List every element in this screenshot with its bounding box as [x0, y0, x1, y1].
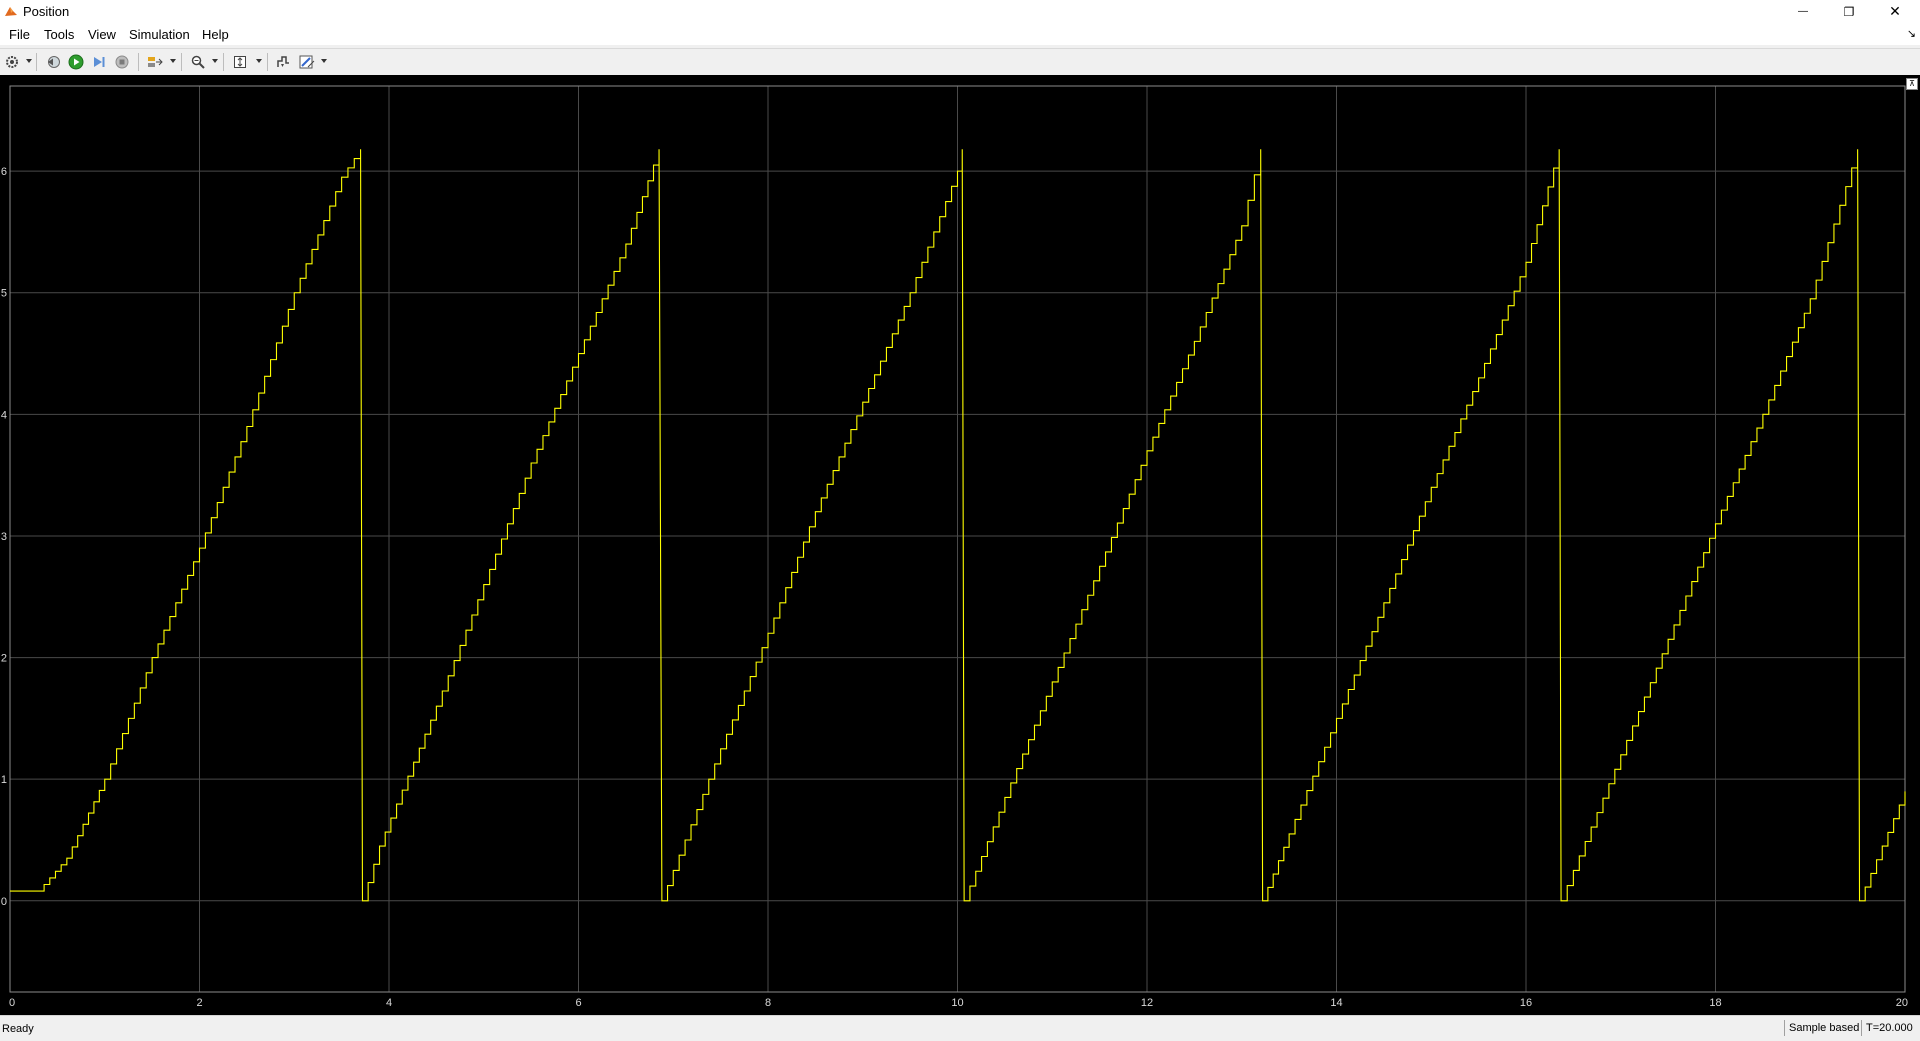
minimize-icon: —	[1798, 6, 1808, 17]
position-plot[interactable]: 0123456 0 2 4 6 8 10 12 14 16 18 20	[0, 75, 1920, 1015]
x-tick-label: 10	[951, 997, 963, 1009]
step-forward-icon[interactable]	[90, 53, 108, 71]
menu-help[interactable]: Help	[200, 27, 231, 42]
y-tick-label: 0	[1, 896, 7, 908]
window-title: Position	[23, 4, 70, 19]
close-button[interactable]: ✕	[1872, 0, 1918, 23]
toolbar-separator	[181, 53, 182, 71]
x-tick-label: 18	[1709, 997, 1721, 1009]
restore-button[interactable]: ❐	[1826, 0, 1872, 23]
status-ready: Ready	[2, 1023, 34, 1035]
x-tick-label: 20	[1896, 997, 1908, 1009]
triggers-icon[interactable]	[274, 53, 292, 71]
toolbar-separator	[267, 53, 268, 71]
matlab-app-icon	[5, 7, 17, 16]
run-icon[interactable]	[67, 53, 85, 71]
x-tick-label: 6	[575, 997, 581, 1009]
scale-axes-dropdown-icon[interactable]	[256, 59, 262, 63]
x-tick-label: 8	[765, 997, 771, 1009]
undock-icon[interactable]: ↘	[1907, 27, 1916, 40]
status-time: T=20.000	[1861, 1020, 1917, 1036]
y-tick-label: 4	[1, 409, 7, 421]
y-tick-label: 2	[1, 653, 7, 665]
x-tick-label: 14	[1330, 997, 1342, 1009]
y-tick-label: 1	[1, 774, 7, 786]
status-sample-mode: Sample based	[1784, 1020, 1864, 1036]
x-tick-label: 0	[9, 997, 15, 1009]
highlight-dropdown-icon[interactable]	[170, 59, 176, 63]
x-tick-labels: 0 2 4 6 8 10 12 14 16 18 20	[9, 997, 1908, 1009]
menu-bar: File Tools View Simulation Help ↘	[0, 23, 1920, 45]
toolbar-separator	[138, 53, 139, 71]
y-tick-label: 3	[1, 531, 7, 543]
status-bar: Ready Sample based T=20.000	[0, 1015, 1920, 1041]
toolbar-separator	[223, 53, 224, 71]
measurements-dropdown-icon[interactable]	[321, 59, 327, 63]
zoom-icon[interactable]	[189, 53, 207, 71]
settings-dropdown-icon[interactable]	[26, 59, 32, 63]
settings-gear-icon[interactable]	[3, 53, 21, 71]
x-tick-label: 16	[1520, 997, 1532, 1009]
minimize-button[interactable]: —	[1780, 0, 1826, 23]
menu-view[interactable]: View	[86, 27, 118, 42]
close-icon: ✕	[1889, 3, 1901, 19]
toolbar-separator	[36, 53, 37, 71]
expand-axes-icon[interactable]: ⊼	[1906, 78, 1918, 90]
x-tick-label: 2	[196, 997, 202, 1009]
zoom-dropdown-icon[interactable]	[212, 59, 218, 63]
x-tick-label: 4	[386, 997, 392, 1009]
menu-tools[interactable]: Tools	[42, 27, 76, 42]
toolbar	[0, 48, 1920, 76]
x-tick-label: 12	[1141, 997, 1153, 1009]
y-tick-label: 5	[1, 288, 7, 300]
restore-icon: ❐	[1843, 4, 1855, 19]
stop-icon[interactable]	[113, 53, 131, 71]
y-tick-labels: 0 1 2 3 4 5 6	[1, 166, 7, 908]
title-bar: Position — ❐ ✕	[0, 0, 1920, 23]
grid-lines	[10, 86, 1905, 992]
menu-simulation[interactable]: Simulation	[127, 27, 192, 42]
menu-file[interactable]: File	[7, 27, 32, 42]
scale-axes-icon[interactable]	[231, 53, 249, 71]
y-tick-label: 6	[1, 166, 7, 178]
measurements-icon[interactable]	[298, 53, 316, 71]
step-back-icon[interactable]	[44, 53, 62, 71]
scope-display[interactable]: 0123456 0 2 4 6 8 10 12 14 16 18 20 ⊼	[0, 75, 1920, 1015]
highlight-signal-icon[interactable]	[146, 53, 164, 71]
